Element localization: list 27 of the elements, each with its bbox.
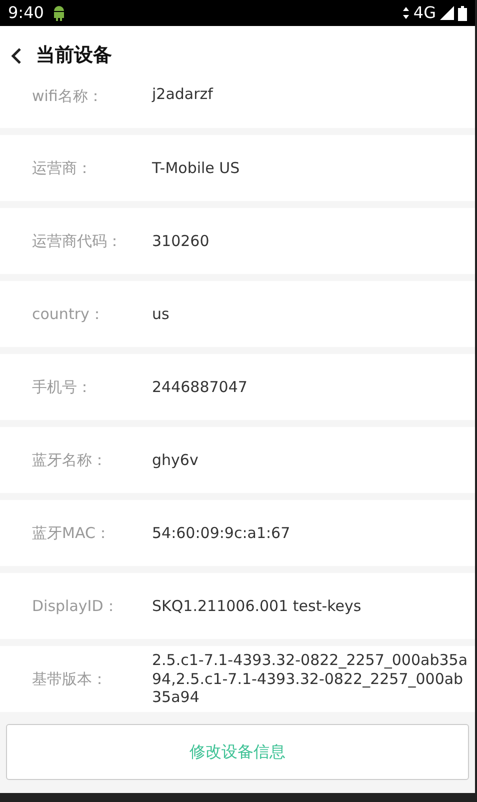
field-value: 310260 <box>152 232 210 250</box>
field-value: SKQ1.211006.001 test-keys <box>152 596 362 616</box>
status-time: 9:40 <box>8 2 44 24</box>
data-arrows-icon <box>403 7 410 19</box>
battery-icon <box>458 6 467 20</box>
field-value: 54:60:09:9c:a1:67 <box>152 524 292 542</box>
signal-icon <box>440 6 454 20</box>
field-label: wifi名称： <box>31 86 104 107</box>
field-label: 运营商代码： <box>31 230 123 252</box>
field-value: us <box>152 304 170 324</box>
field-label: 运营商： <box>31 158 93 179</box>
field-label: 蓝牙MAC： <box>31 522 112 544</box>
back-icon[interactable] <box>10 46 22 64</box>
field-value: ghy6v <box>152 450 200 470</box>
network-type: 4G <box>413 2 436 24</box>
field-value: T-Mobile US <box>152 158 241 178</box>
android-icon <box>52 5 66 21</box>
edit-device-button[interactable]: 修改设备信息 <box>6 724 469 780</box>
page-title: 当前设备 <box>36 43 112 68</box>
field-label: 手机号： <box>31 376 93 398</box>
field-label: 基带版本： <box>31 668 108 690</box>
field-value: 2.5.c1-7.1-4393.32-0822_2257_000ab35a94,2.5.c1-7.1-4393.32-0822_2257_000ab35a94 <box>152 650 469 708</box>
field-label: country： <box>31 304 106 325</box>
field-label: DisplayID： <box>31 596 120 617</box>
field-value: 2446887047 <box>152 378 248 396</box>
field-value: j2adarzf <box>152 85 214 104</box>
field-label: 蓝牙名称： <box>31 450 108 471</box>
